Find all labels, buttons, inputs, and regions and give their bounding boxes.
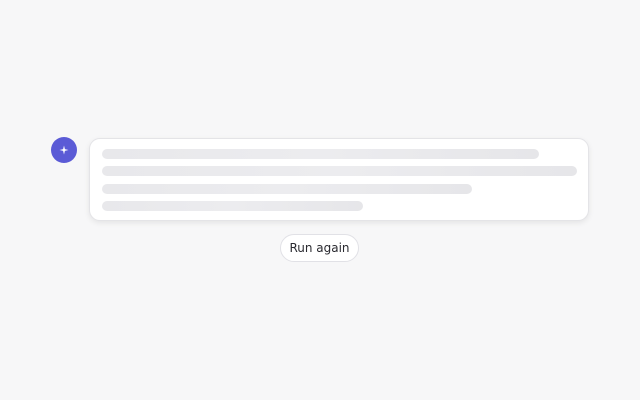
chat-panel: Run again [0,0,640,400]
skeleton-line [102,149,539,159]
skeleton-line [102,166,577,176]
skeleton-line [102,201,363,211]
run-again-button[interactable]: Run again [280,234,359,262]
sparkle-icon [59,145,69,155]
skeleton-line [102,184,472,194]
message-loading-card [89,138,589,221]
assistant-avatar [51,137,77,163]
